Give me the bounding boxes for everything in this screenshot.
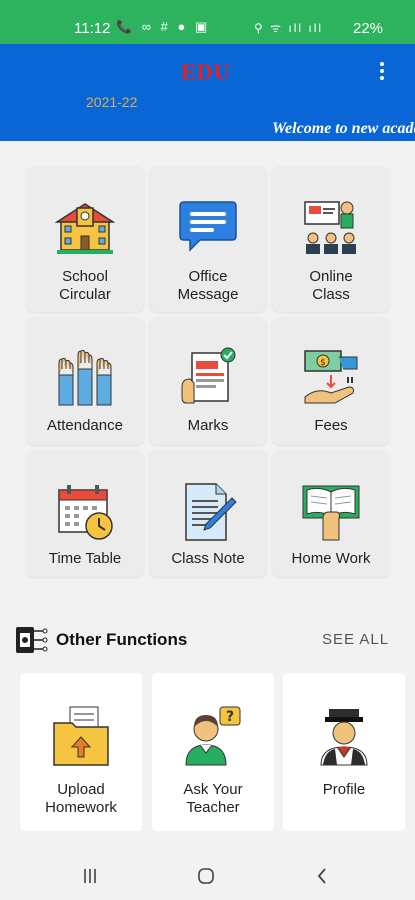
card-ask-your-teacher[interactable]: ? Ask Your Teacher [152,673,274,831]
tile-label: Online [309,268,353,285]
tile-label: Fees [314,417,348,434]
tile-label: Circular [59,286,111,303]
status-bar: 11:12 📞 ∞ # ● ▣ ⚲ ᯤ ıll ıll 22% [0,0,415,44]
marks-report-icon [181,347,236,404]
card-label: Profile [322,781,366,798]
svg-text:?: ? [226,709,234,725]
ask-question-icon: ? [185,706,241,766]
welcome-marquee: Welcome to new academic session [272,120,415,137]
more-vertical-icon[interactable] [376,62,388,82]
tile-online-class[interactable]: Online Class [272,166,390,312]
notification-icons: 📞 ∞ # ● ▣ [116,19,211,34]
system-nav-bar [0,853,415,900]
app-bar: EDU 2021-22 Welcome to new academic sess… [0,44,415,141]
card-label: Ask Your [183,781,243,798]
tile-label: Message [177,286,239,303]
tile-label: Office [188,268,228,285]
back-icon[interactable] [316,867,328,885]
tile-label: Home Work [291,550,371,567]
tile-class-note[interactable]: Class Note [149,450,267,577]
upload-folder-icon [53,706,109,766]
card-label: Homework [45,799,117,816]
tile-office-message[interactable]: Office Message [149,166,267,312]
card-upload-homework[interactable]: Upload Homework [20,673,142,831]
status-time: 11:12 [74,20,111,37]
signal-icons: ⚲ ᯤ ıll ıll [254,21,324,35]
graduate-avatar-icon [320,709,368,766]
app-logo: EDU [181,59,230,85]
svg-text:$: $ [320,358,326,368]
card-label: Teacher [186,799,240,816]
tile-label: Class Note [171,550,245,567]
tile-label: School [62,268,108,285]
tile-marks[interactable]: Marks [149,317,267,445]
card-label: Upload [57,781,105,798]
section-title: Other Functions [56,630,188,649]
school-building-icon [55,203,115,254]
online-class-icon [304,201,356,254]
card-profile[interactable]: Profile [283,673,405,831]
see-all-link[interactable]: SEE ALL [322,631,389,648]
other-functions-section: Other Functions SEE ALL Upload Homework … [0,603,415,853]
academic-year: 2021-22 [86,94,138,110]
tile-label: Class [312,286,350,303]
chat-message-icon [179,201,237,252]
tile-label: Time Table [48,550,122,567]
home-icon[interactable] [197,867,215,885]
tile-label: Attendance [47,417,123,434]
tile-attendance[interactable]: Attendance [26,317,144,445]
open-book-icon [302,485,360,541]
tile-fees[interactable]: $ Fees [272,317,390,445]
tile-time-table[interactable]: Time Table [26,450,144,577]
money-hand-icon: $ [304,350,358,404]
battery-level: 22% [353,20,384,37]
note-pencil-icon [185,483,237,541]
logo-text: EDU [181,59,231,84]
raised-hands-icon [58,349,112,406]
tile-home-work[interactable]: Home Work [272,450,390,577]
functions-chip-icon [16,627,48,653]
tile-school-circular[interactable]: School Circular [26,166,144,312]
calendar-clock-icon [58,485,113,540]
recents-icon[interactable] [82,867,98,885]
tile-label: Marks [187,417,229,434]
